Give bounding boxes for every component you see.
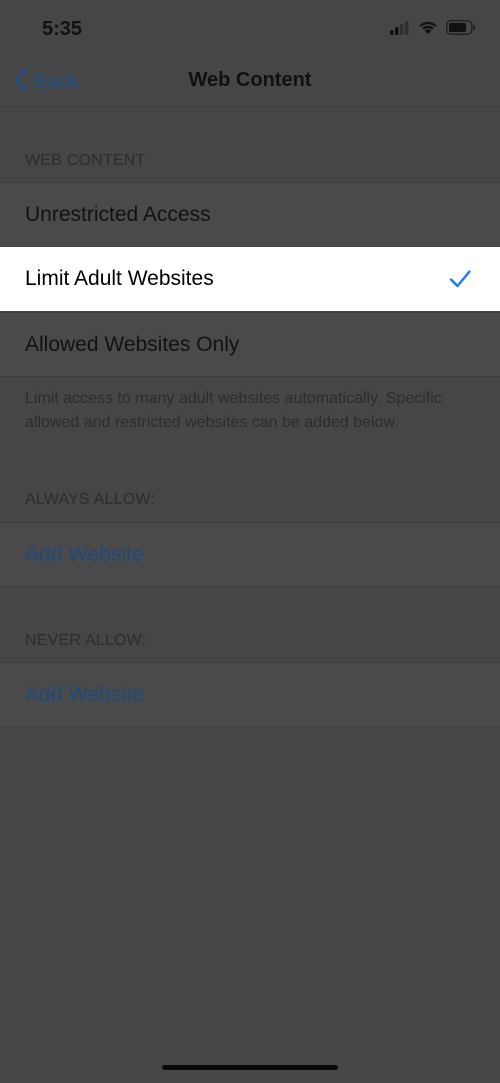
option-label: Allowed Websites Only [25,332,240,356]
option-label: Unrestricted Access [25,202,211,226]
always-allow-add-website-button[interactable]: Add Website [0,522,500,586]
section-divider [0,376,500,377]
web-content-footer: Limit access to many adult websites auto… [25,390,442,431]
option-unrestricted-access[interactable]: Unrestricted Access [0,182,500,246]
section-header-never-allow: NEVER ALLOW: [25,632,147,649]
screen: 5:35 Back Web Content WEB CONTENT Unrest… [0,0,500,1083]
section-divider [0,726,500,727]
home-indicator [162,1065,338,1070]
page-title: Web Content [188,69,312,91]
wifi-icon [418,20,438,40]
never-allow-add-website-button[interactable]: Add Website [0,662,500,726]
option-limit-adult-websites[interactable]: Limit Adult Websites [0,247,500,311]
battery-icon [446,20,476,40]
checkmark-icon [448,267,472,291]
section-header-always-allow: ALWAYS ALLOW: [25,491,156,508]
navigation-bar: Back Web Content [0,58,500,107]
option-label: Limit Adult Websites [25,267,214,290]
section-divider [0,586,500,587]
status-icons [390,20,476,40]
add-website-label: Add Website [25,542,144,566]
cellular-signal-icon [390,20,410,40]
status-time: 5:35 [42,18,83,40]
section-header-web-content: WEB CONTENT [25,152,146,169]
status-bar: 5:35 [0,0,500,60]
option-allowed-websites-only[interactable]: Allowed Websites Only [0,312,500,376]
add-website-label: Add Website [25,682,144,706]
